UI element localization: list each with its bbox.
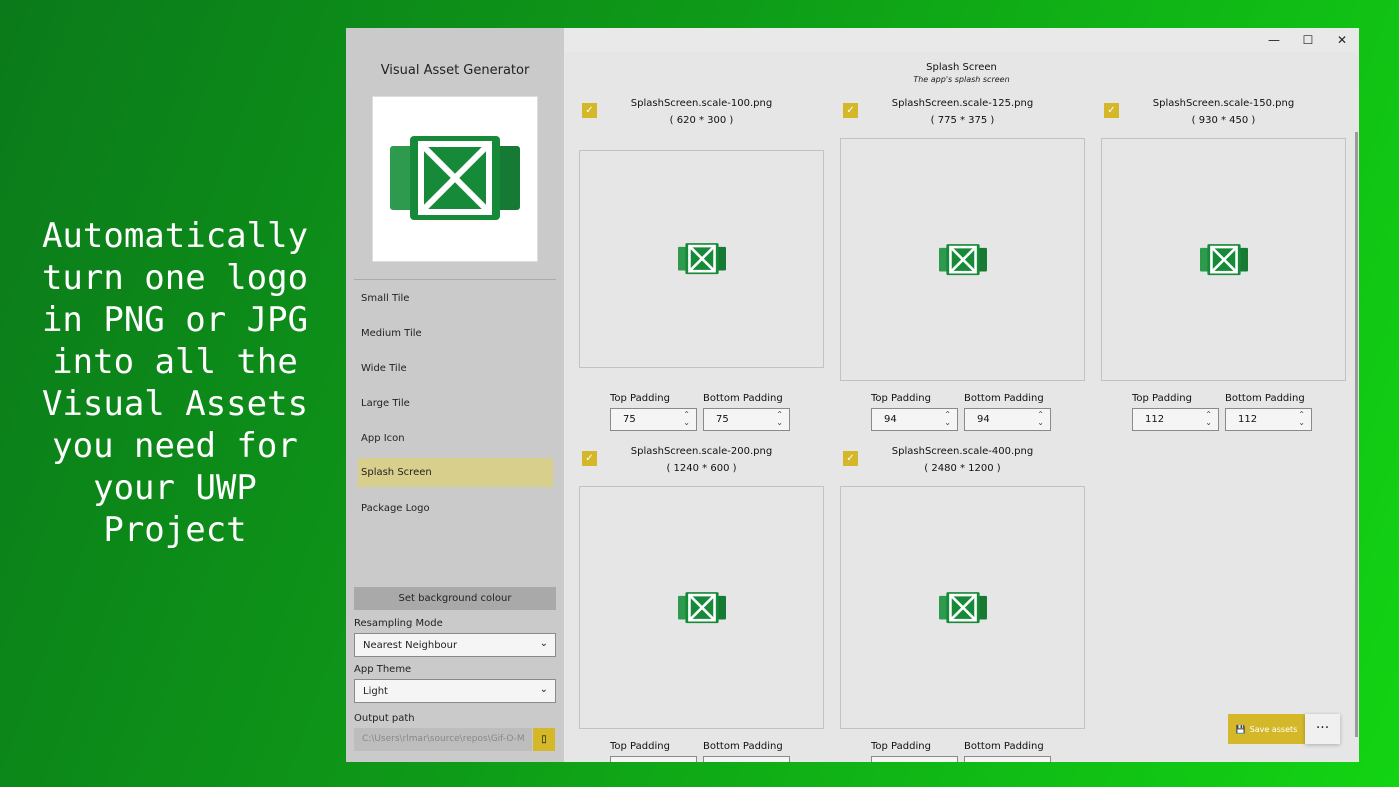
app-logo-icon (677, 591, 726, 623)
bottom-padding-input[interactable] (964, 756, 1051, 762)
file-dimensions: ( 775 * 375 ) (930, 115, 995, 126)
asset-card-scale-200: ✓ SplashScreen.scale-200.png ( 1240 * 60… (579, 446, 824, 762)
minimize-button[interactable]: — (1257, 28, 1291, 52)
top-padding-label: Top Padding (871, 393, 931, 404)
nav-medium-tile[interactable]: Medium Tile (358, 319, 553, 348)
bottom-padding-input[interactable]: 75 ⌃ ⌄ (703, 408, 790, 431)
nav-package-logo[interactable]: Package Logo (358, 494, 553, 523)
top-padding-label: Top Padding (871, 741, 931, 752)
file-name: SplashScreen.scale-400.png (891, 446, 1034, 457)
spinner-icon[interactable]: ⌃ ⌄ (1037, 411, 1044, 427)
top-padding-label: Top Padding (610, 741, 670, 752)
bottom-padding-label: Bottom Padding (964, 741, 1044, 752)
nav-wide-tile[interactable]: Wide Tile (358, 354, 553, 383)
nav-small-tile[interactable]: Small Tile (358, 284, 553, 313)
app-logo-icon (938, 243, 987, 275)
spinner-icon[interactable]: ⌃ ⌄ (1298, 411, 1305, 427)
vertical-scrollbar[interactable] (1355, 132, 1358, 737)
file-name: SplashScreen.scale-200.png (630, 446, 773, 457)
sidebar-divider (354, 279, 556, 280)
top-padding-input[interactable]: 94 ⌃ ⌄ (871, 408, 958, 431)
bottom-padding-label: Bottom Padding (964, 393, 1044, 404)
bottom-padding-value: 112 (1238, 414, 1258, 425)
app-window: — ☐ ✕ Visual Asset Generator Small Tile … (346, 28, 1359, 762)
app-title: Visual Asset Generator (380, 63, 530, 78)
spinner-icon[interactable]: ⌃ ⌄ (944, 411, 951, 427)
asset-preview (840, 486, 1085, 729)
resampling-mode-value: Nearest Neighbour (363, 640, 458, 651)
sidebar: Visual Asset Generator Small Tile Medium… (346, 28, 564, 762)
browse-folder-button[interactable]: ▯ (533, 728, 555, 751)
asset-preview (1101, 138, 1346, 381)
set-background-colour-button[interactable]: Set background colour (354, 587, 556, 610)
app-logo-icon (1199, 243, 1248, 275)
page-subtitle: The app's splash screen (913, 75, 1010, 84)
maximize-button[interactable]: ☐ (1291, 28, 1325, 52)
window-controls: — ☐ ✕ (1257, 28, 1359, 52)
app-logo-icon (938, 591, 987, 623)
file-name: SplashScreen.scale-100.png (630, 98, 773, 109)
nav-large-tile[interactable]: Large Tile (358, 389, 553, 418)
folder-icon: ▯ (541, 734, 547, 745)
spinner-icon[interactable]: ⌃ ⌄ (1205, 411, 1212, 427)
app-logo-icon (677, 243, 726, 275)
asset-card-scale-125: ✓ SplashScreen.scale-125.png ( 775 * 375… (840, 98, 1085, 431)
spinner-icon[interactable]: ⌃ ⌄ (776, 411, 783, 427)
file-dimensions: ( 1240 * 600 ) (666, 463, 737, 474)
chevron-down-icon: ⌄ (539, 684, 548, 695)
resampling-mode-label: Resampling Mode (354, 618, 443, 629)
output-path-field[interactable]: C:\Users\rlmar\source\repos\Gif-O-M (354, 728, 532, 751)
top-padding-value: 94 (884, 414, 897, 425)
top-padding-input[interactable] (610, 756, 697, 762)
app-theme-value: Light (363, 686, 388, 697)
asset-card-scale-150: ✓ SplashScreen.scale-150.png ( 930 * 450… (1101, 98, 1346, 431)
save-assets-label: Save assets (1249, 724, 1298, 734)
bottom-padding-value: 75 (716, 414, 729, 425)
page-title: Splash Screen (926, 62, 997, 73)
nav-splash-screen[interactable]: Splash Screen (358, 458, 553, 487)
resampling-mode-dropdown[interactable]: Nearest Neighbour ⌄ (354, 633, 556, 657)
asset-preview (579, 150, 824, 368)
close-button[interactable]: ✕ (1325, 28, 1359, 52)
main-content: Splash Screen The app's splash screen ✓ … (565, 52, 1358, 762)
bottom-padding-value: 94 (977, 414, 990, 425)
top-padding-input[interactable]: 75 ⌃ ⌄ (610, 408, 697, 431)
bottom-padding-label: Bottom Padding (1225, 393, 1305, 404)
app-logo-icon (390, 136, 520, 220)
nav-app-icon[interactable]: App Icon (358, 424, 553, 453)
bottom-padding-input[interactable] (703, 756, 790, 762)
save-icon: 💾 (1235, 724, 1246, 734)
save-assets-button[interactable]: 💾 Save assets (1228, 714, 1305, 744)
asset-card-scale-100: ✓ SplashScreen.scale-100.png ( 620 * 300… (579, 98, 824, 431)
app-theme-label: App Theme (354, 664, 412, 675)
chevron-down-icon: ⌄ (539, 638, 548, 649)
asset-card-scale-400: ✓ SplashScreen.scale-400.png ( 2480 * 12… (840, 446, 1085, 762)
file-name: SplashScreen.scale-150.png (1152, 98, 1295, 109)
promo-text: Automatically turn one logo in PNG or JP… (41, 216, 309, 550)
top-padding-input[interactable]: 112 ⌃ ⌄ (1132, 408, 1219, 431)
asset-preview (840, 138, 1085, 381)
file-dimensions: ( 620 * 300 ) (669, 115, 734, 126)
more-options-button[interactable]: ··· (1305, 714, 1340, 744)
top-padding-input[interactable] (871, 756, 958, 762)
file-dimensions: ( 930 * 450 ) (1191, 115, 1256, 126)
bottom-padding-input[interactable]: 112 ⌃ ⌄ (1225, 408, 1312, 431)
bottom-padding-input[interactable]: 94 ⌃ ⌄ (964, 408, 1051, 431)
file-name: SplashScreen.scale-125.png (891, 98, 1034, 109)
top-padding-label: Top Padding (610, 393, 670, 404)
app-theme-dropdown[interactable]: Light ⌄ (354, 679, 556, 703)
bottom-padding-label: Bottom Padding (703, 741, 783, 752)
top-padding-value: 75 (623, 414, 636, 425)
output-path-label: Output path (354, 713, 415, 724)
spinner-icon[interactable]: ⌃ ⌄ (683, 411, 690, 427)
file-dimensions: ( 2480 * 1200 ) (924, 463, 1001, 474)
top-padding-label: Top Padding (1132, 393, 1192, 404)
asset-preview (579, 486, 824, 729)
source-logo-preview[interactable] (372, 96, 538, 262)
bottom-padding-label: Bottom Padding (703, 393, 783, 404)
top-padding-value: 112 (1145, 414, 1165, 425)
